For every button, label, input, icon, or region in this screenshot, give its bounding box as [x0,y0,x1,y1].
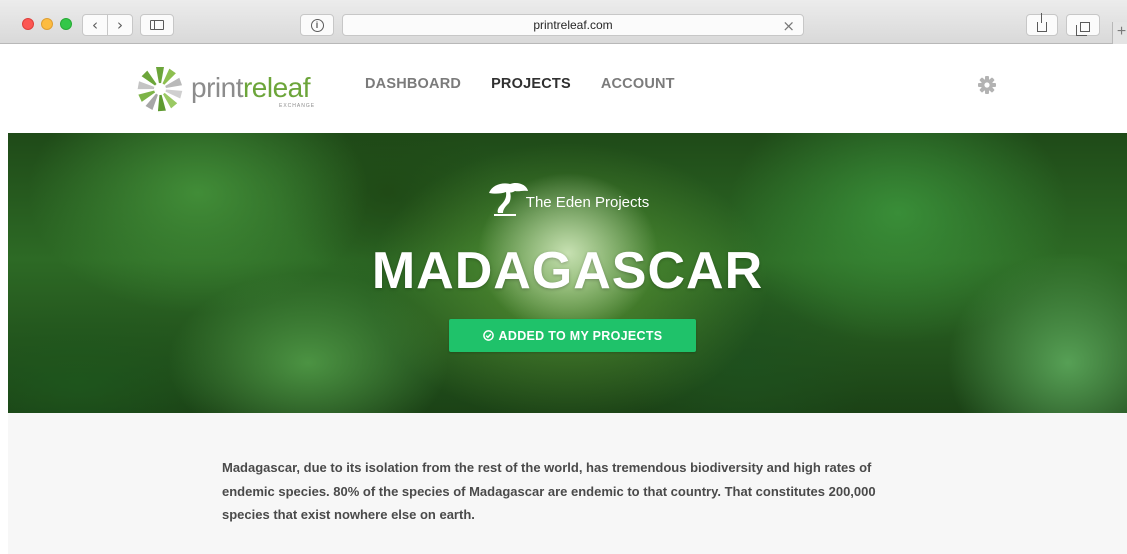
project-content: Madagascar, due to its isolation from th… [8,413,1127,554]
logo-subtitle: EXCHANGE [279,103,316,109]
added-button-label: ADDED TO MY PROJECTS [498,328,663,343]
sidebar-toggle-button[interactable] [140,14,174,36]
gear-icon[interactable] [977,75,997,95]
project-title: MADAGASCAR [371,242,764,300]
new-tab-button[interactable]: + [1112,22,1127,44]
partner-logo: The Eden Projects [8,179,1127,217]
check-circle-icon [482,330,494,341]
privacy-report-button[interactable]: i [300,14,334,36]
sidebar-icon [150,20,164,30]
nav-account[interactable]: ACCOUNT [601,76,675,92]
partner-name: The Eden Projects [525,194,650,211]
forward-button[interactable]: › [107,14,133,36]
project-hero: The Eden Projects MADAGASCAR ADDED TO MY… [8,133,1127,413]
privacy-info-icon: i [310,18,324,32]
bonsai-tree-icon [488,182,528,216]
address-bar[interactable]: printreleaf.com × [342,14,804,36]
share-icon [1037,13,1047,32]
window-minimize-button[interactable] [41,18,53,30]
address-url: printreleaf.com [533,18,613,32]
added-to-my-projects-button[interactable]: ADDED TO MY PROJECTS [449,319,696,352]
logo-text-print: print [191,72,243,103]
logo-text-releaf: releaf [242,72,311,103]
printreleaf-logo[interactable]: printreleaf EXCHANGE [134,61,334,117]
show-tabs-button[interactable] [1066,14,1100,36]
nav-projects[interactable]: PROJECTS [491,76,571,92]
main-nav: DASHBOARD PROJECTS ACCOUNT [365,76,675,92]
close-icon[interactable]: × [782,17,795,35]
forward-icon: › [117,16,123,34]
browser-toolbar: ‹ › i printreleaf.com × + [0,0,1127,44]
window-close-button[interactable] [22,18,34,30]
nav-dashboard[interactable]: DASHBOARD [365,76,461,92]
site-header: printreleaf EXCHANGE DASHBOARD PROJECTS … [8,45,1127,133]
back-button[interactable]: ‹ [82,14,108,36]
back-icon: ‹ [92,16,98,34]
window-zoom-button[interactable] [60,18,72,30]
share-button[interactable] [1026,13,1058,36]
tabs-icon [1075,21,1090,36]
leaf-logo-icon [137,67,183,112]
project-description: Madagascar, due to its isolation from th… [222,460,876,522]
